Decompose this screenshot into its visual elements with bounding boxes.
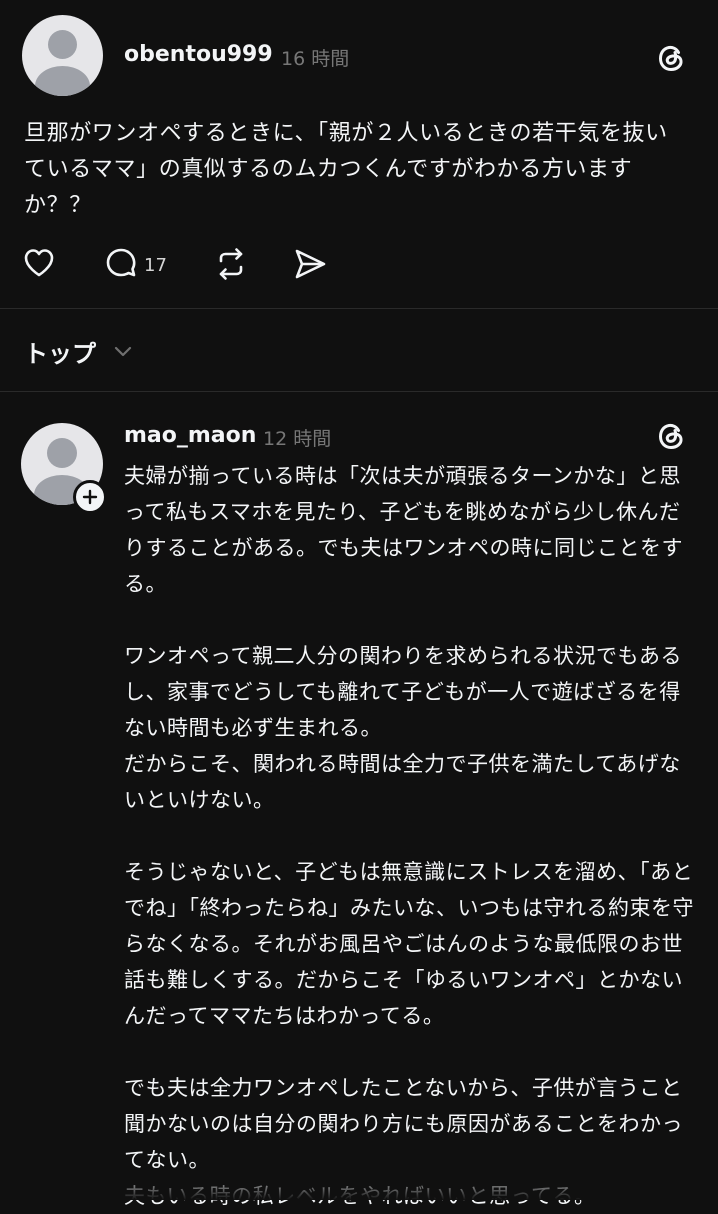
heart-icon [22, 246, 56, 284]
chevron-down-icon[interactable] [112, 340, 134, 362]
follow-plus-icon [82, 489, 98, 505]
repost-icon [213, 246, 249, 286]
post-text: 旦那がワンオペするときに、「親が２人いるときの若干気を抜いているママ」の真似する… [24, 121, 668, 218]
share-button[interactable] [292, 246, 328, 286]
share-icon [292, 246, 328, 286]
reply-paragraph: そうじゃないと、子どもは無意識にストレスを溜め、「あとでね」「終わったらね」みた… [124, 860, 694, 1028]
avatar-head [48, 30, 77, 59]
repost-button[interactable] [213, 246, 249, 286]
reply-button[interactable]: 17 [104, 246, 167, 284]
reply-paragraph: 夫婦が揃っている時は「次は夫が頑張るターンかな」と思って私もスマホを見たり、子ど… [124, 464, 683, 596]
comment-icon [104, 246, 138, 284]
post-timestamp: 16 時間 [281, 48, 350, 70]
threads-logo-icon[interactable] [655, 42, 687, 74]
post-username[interactable]: obentou999 [124, 42, 273, 67]
reply-timestamp: 12 時間 [263, 428, 332, 450]
like-button[interactable] [22, 246, 56, 284]
reply-username[interactable]: mao_maon [124, 423, 256, 448]
reply-count: 17 [144, 254, 167, 276]
sort-label[interactable]: トップ [24, 334, 96, 369]
divider [0, 391, 718, 392]
avatar-head [47, 438, 77, 468]
divider [0, 308, 718, 309]
reply-body: 夫婦が揃っている時は「次は夫が頑張るターンかな」と思って私もスマホを見たり、子ど… [124, 458, 694, 1214]
reply-paragraph: ワンオペって親二人分の関わりを求められる状況でもあるし、家事でどうしても離れて子… [124, 644, 682, 812]
follow-button[interactable] [73, 480, 107, 514]
avatar[interactable] [22, 15, 103, 96]
scroll-fade [0, 1170, 718, 1200]
avatar-shoulders [35, 66, 90, 96]
threads-logo-icon[interactable] [655, 420, 687, 452]
